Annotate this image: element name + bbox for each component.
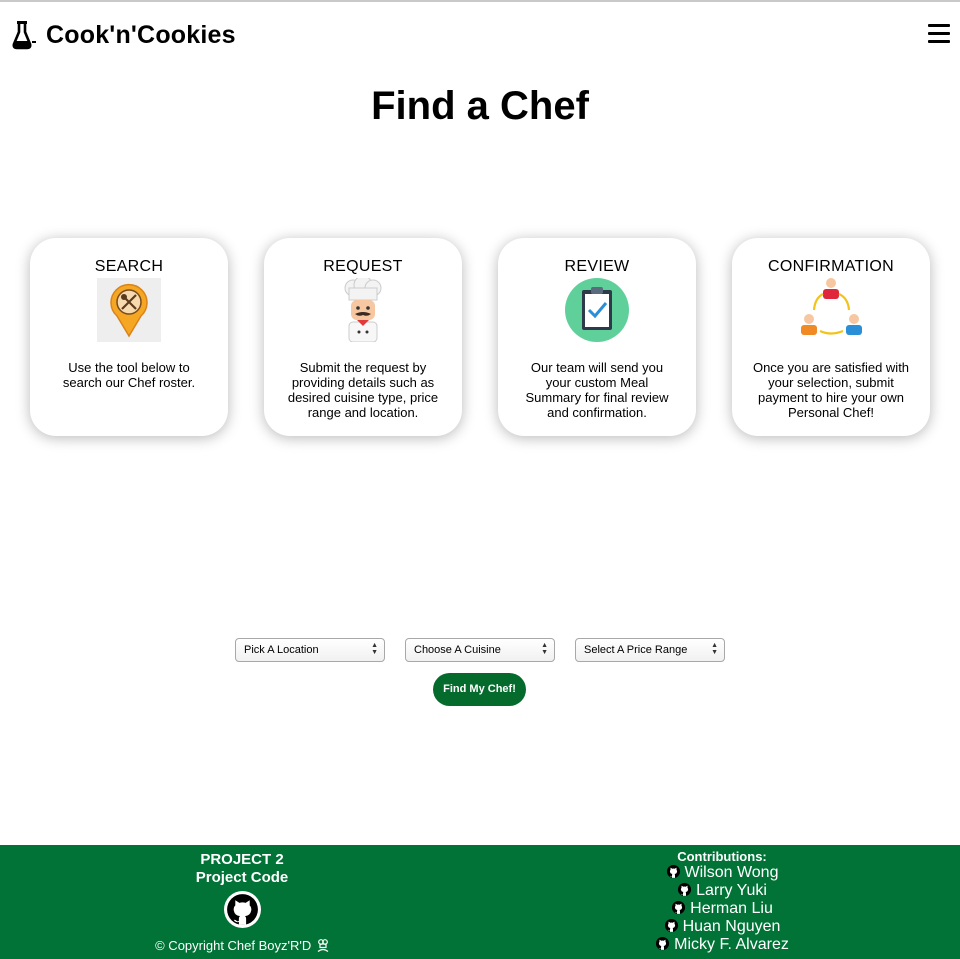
contributor-name: Larry Yuki bbox=[696, 882, 767, 899]
step-text: Submit the request by providing details … bbox=[287, 360, 439, 420]
contributor-link[interactable]: Herman Liu bbox=[622, 900, 822, 918]
page-title: Find a Chef bbox=[371, 84, 589, 128]
flask-icon bbox=[12, 20, 38, 50]
copyright: © Copyright Chef Boyz'R'D bbox=[142, 938, 342, 953]
copyright-text: © Copyright Chef Boyz'R'D bbox=[155, 938, 312, 953]
step-title: SEARCH bbox=[94, 258, 164, 275]
step-card-review: REVIEW Our team will send you your custo… bbox=[498, 238, 696, 436]
step-title: REQUEST bbox=[323, 258, 403, 275]
github-icon bbox=[666, 864, 680, 879]
steps-section: SEARCH Use the tool below to search our … bbox=[30, 238, 930, 436]
contributor-name: Wilson Wong bbox=[684, 864, 779, 881]
step-text: Once you are satisfied with your selecti… bbox=[752, 360, 910, 420]
chef-hat-icon bbox=[317, 939, 329, 952]
project-title: PROJECT 2 bbox=[200, 851, 284, 868]
select-arrows-icon: ▲ ▼ bbox=[541, 642, 548, 656]
step-title: CONFIRMATION bbox=[768, 258, 894, 275]
navbar: Cook'n'Cookies bbox=[0, 2, 960, 68]
select-arrows-icon: ▲ ▼ bbox=[711, 642, 718, 656]
contributor-link[interactable]: Larry Yuki bbox=[622, 882, 822, 900]
github-icon bbox=[656, 936, 670, 951]
step-card-confirmation: CONFIRMATION Once you are satisfied with… bbox=[732, 238, 930, 436]
project-info: PROJECT 2 Project Code bbox=[142, 850, 342, 928]
price-select-value: Select A Price Range bbox=[584, 644, 688, 656]
contributor-name: Micky F. Alvarez bbox=[674, 936, 789, 953]
contributor-link[interactable]: Huan Nguyen bbox=[622, 918, 822, 936]
brand-link[interactable]: Cook'n'Cookies bbox=[12, 20, 236, 50]
step-card-search: SEARCH Use the tool below to search our … bbox=[30, 238, 228, 436]
location-select[interactable]: Pick A Location ▲ ▼ bbox=[235, 638, 385, 662]
contributions: Contributions: Wilson Wong Larry Yuki He… bbox=[622, 850, 822, 954]
github-icon bbox=[664, 918, 678, 933]
contributor-name: Herman Liu bbox=[690, 900, 773, 917]
clipboard-check-icon bbox=[565, 278, 629, 342]
people-cycle-icon bbox=[799, 278, 863, 342]
map-pin-utensils-icon bbox=[97, 278, 161, 342]
project-code-label: Project Code bbox=[195, 869, 289, 886]
github-icon bbox=[672, 900, 686, 915]
hamburger-menu-icon[interactable] bbox=[928, 24, 950, 44]
footer: PROJECT 2 Project Code © Copyright Chef … bbox=[0, 845, 960, 959]
step-text: Our team will send you your custom Meal … bbox=[525, 360, 669, 420]
select-arrows-icon: ▲ ▼ bbox=[371, 642, 378, 656]
location-select-value: Pick A Location bbox=[244, 644, 319, 656]
step-text: Use the tool below to search our Chef ro… bbox=[62, 360, 196, 390]
cuisine-select-value: Choose A Cuisine bbox=[414, 644, 501, 656]
contributor-name: Huan Nguyen bbox=[682, 918, 781, 935]
contributor-link[interactable]: Wilson Wong bbox=[622, 864, 822, 882]
contributor-link[interactable]: Micky F. Alvarez bbox=[622, 936, 822, 954]
github-icon bbox=[678, 882, 692, 897]
cuisine-select[interactable]: Choose A Cuisine ▲ ▼ bbox=[405, 638, 555, 662]
chef-search-form: Pick A Location ▲ ▼ Choose A Cuisine ▲ ▼ S… bbox=[0, 638, 960, 708]
find-my-chef-button[interactable]: Find My Chef! bbox=[433, 673, 526, 706]
chef-icon bbox=[331, 275, 395, 343]
price-select[interactable]: Select A Price Range ▲ ▼ bbox=[575, 638, 725, 662]
github-icon bbox=[223, 891, 261, 928]
step-card-request: REQUEST Submit the request by providing … bbox=[264, 238, 462, 436]
github-repo-link[interactable] bbox=[142, 891, 342, 928]
step-title: REVIEW bbox=[564, 258, 630, 275]
brand-name: Cook'n'Cookies bbox=[46, 20, 236, 49]
contributions-title: Contributions: bbox=[677, 849, 767, 864]
